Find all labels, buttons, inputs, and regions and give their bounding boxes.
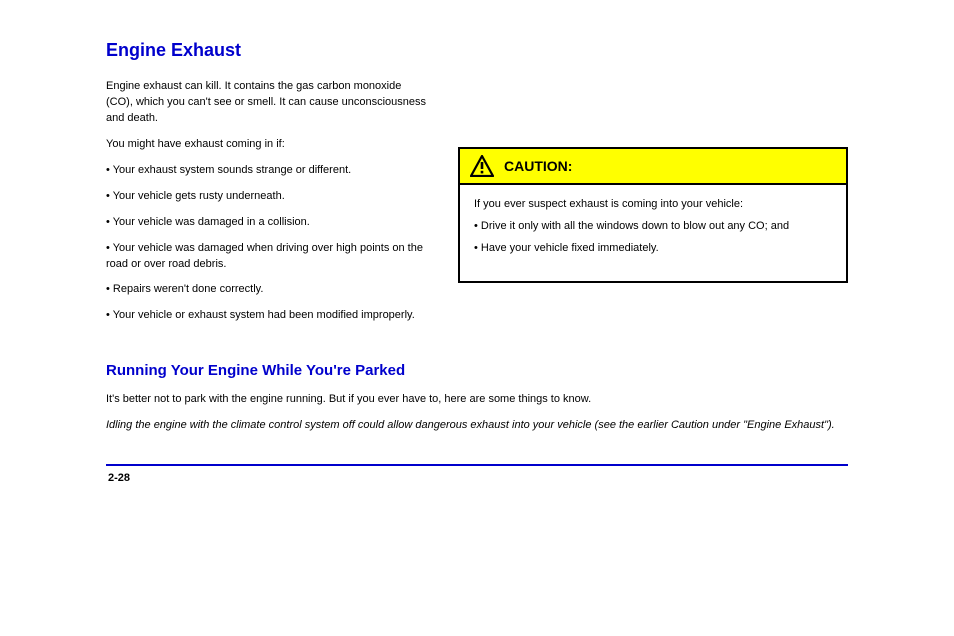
warning-triangle-icon [470, 155, 494, 177]
lower-p1: It's better not to park with the engine … [106, 392, 848, 408]
subsection-title: Running Your Engine While You're Parked [106, 360, 848, 382]
page-number: 2-28 [108, 472, 130, 484]
section-title: Engine Exhaust [106, 40, 848, 61]
lower-p2: Idling the engine with the climate contr… [106, 418, 848, 434]
lower-section: Running Your Engine While You're Parked … [106, 360, 848, 434]
caution-body: If you ever suspect exhaust is coming in… [460, 185, 846, 281]
page-footer: 2-28 [106, 472, 848, 484]
caution-box: CAUTION: If you ever suspect exhaust is … [458, 147, 848, 283]
bullet-2: • Your vehicle was damaged in a collisio… [106, 215, 428, 231]
bullet-0: • Your exhaust system sounds strange or … [106, 163, 428, 179]
footer-rule [106, 464, 848, 466]
left-column: Engine exhaust can kill. It contains the… [106, 79, 428, 334]
bullet-4: • Repairs weren't done correctly. [106, 282, 428, 298]
para-lead: You might have exhaust coming in if: [106, 137, 428, 153]
bullet-1: • Your vehicle gets rusty underneath. [106, 189, 428, 205]
caution-label: CAUTION: [504, 158, 572, 174]
para-intro: Engine exhaust can kill. It contains the… [106, 79, 428, 127]
caution-intro: If you ever suspect exhaust is coming in… [474, 197, 832, 213]
caution-bullet-2: • Have your vehicle fixed immediately. [474, 241, 832, 257]
caution-bullet-1: • Drive it only with all the windows dow… [474, 219, 832, 235]
bullet-5: • Your vehicle or exhaust system had bee… [106, 308, 428, 324]
bullet-3: • Your vehicle was damaged when driving … [106, 241, 428, 273]
caution-header: CAUTION: [460, 149, 846, 185]
